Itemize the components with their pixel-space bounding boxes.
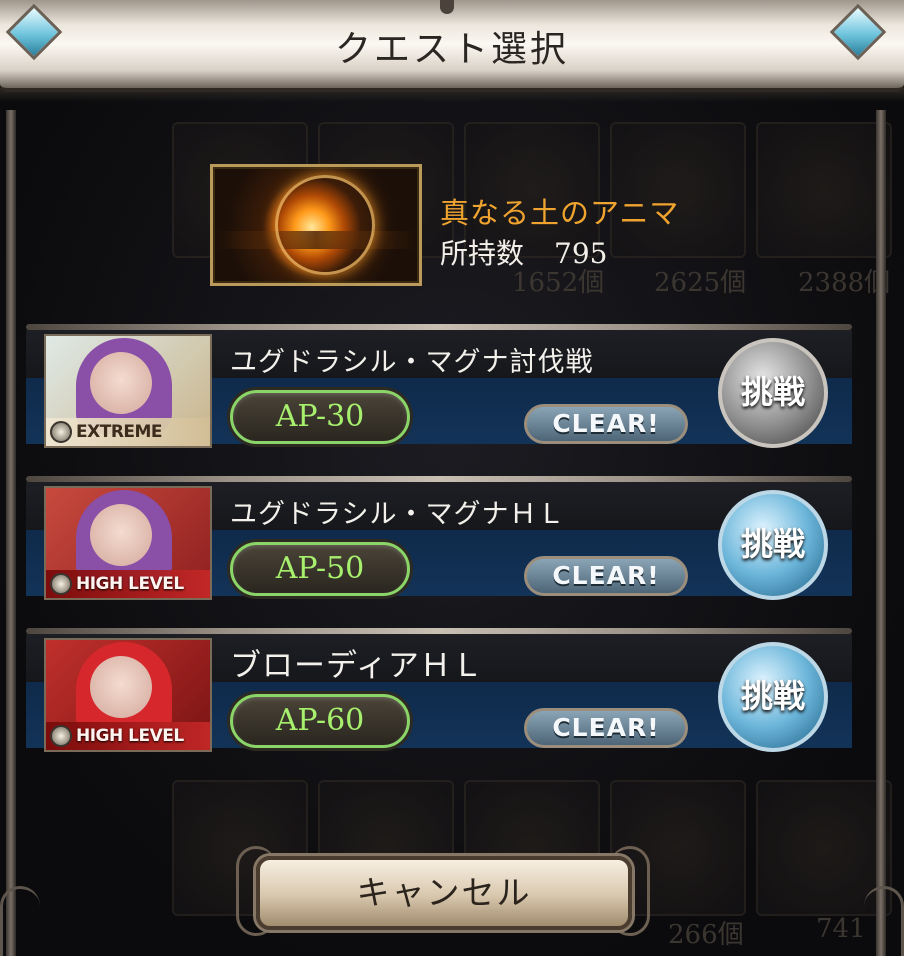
character-face [90,504,152,566]
challenge-button[interactable]: 挑戦 [718,338,828,448]
clear-badge: CLEAR! [524,708,688,748]
quest-name: ユグドラシル・マグナＨＬ [230,499,566,530]
ap-cost-badge: AP-50 [230,542,410,596]
ap-cost-badge: AP-30 [230,390,410,444]
quest-row: HIGH LEVEL ユグドラシル・マグナＨＬ AP-50 CLEAR! 挑戦 [26,476,852,600]
difficulty-badge: HIGH LEVEL [46,570,210,598]
difficulty-badge: HIGH LEVEL [46,722,210,750]
quest-banner: EXTREME [44,334,212,448]
star-badge-icon [50,421,72,443]
owned-number: 795 [554,237,608,270]
challenge-button[interactable]: 挑戦 [718,490,828,600]
background-count: 266個 [668,920,744,950]
item-name: 真なる土のアニマ [440,196,680,230]
challenge-button[interactable]: 挑戦 [718,642,828,752]
item-orb-icon [275,175,375,275]
star-badge-icon [50,573,72,595]
quest-row: EXTREME ユグドラシル・マグナ討伐戦 AP-30 CLEAR! 挑戦 [26,324,852,448]
background-item-tile [756,122,892,258]
clear-badge: CLEAR! [524,404,688,444]
quest-banner: HIGH LEVEL [44,486,212,600]
quest-banner: HIGH LEVEL [44,638,212,752]
background-count: 741 [816,914,866,944]
owned-count: 所持数 795 [440,232,607,272]
title-pin-ornament [440,0,454,14]
cancel-button[interactable]: キャンセル [256,856,632,930]
difficulty-badge: EXTREME [46,418,210,446]
background-count: 2388個 [798,268,891,298]
difficulty-label: HIGH LEVEL [76,726,184,746]
dialog-title: クエスト選択 [334,29,569,70]
background-count: 2625個 [654,268,747,298]
quest-name: ブローディアＨＬ [230,648,484,684]
difficulty-label: EXTREME [76,422,163,442]
quest-row: HIGH LEVEL ブローディアＨＬ AP-60 CLEAR! 挑戦 [26,628,852,752]
title-bar: クエスト選択 [0,0,904,102]
character-face [90,656,152,718]
character-face [90,352,152,414]
star-badge-icon [50,725,72,747]
item-image [210,164,422,286]
ap-cost-badge: AP-60 [230,694,410,748]
difficulty-label: HIGH LEVEL [76,574,184,594]
clear-badge: CLEAR! [524,556,688,596]
quest-name: ユグドラシル・マグナ討伐戦 [230,347,594,378]
owned-label: 所持数 [440,237,525,270]
background-item-tile [756,780,892,916]
